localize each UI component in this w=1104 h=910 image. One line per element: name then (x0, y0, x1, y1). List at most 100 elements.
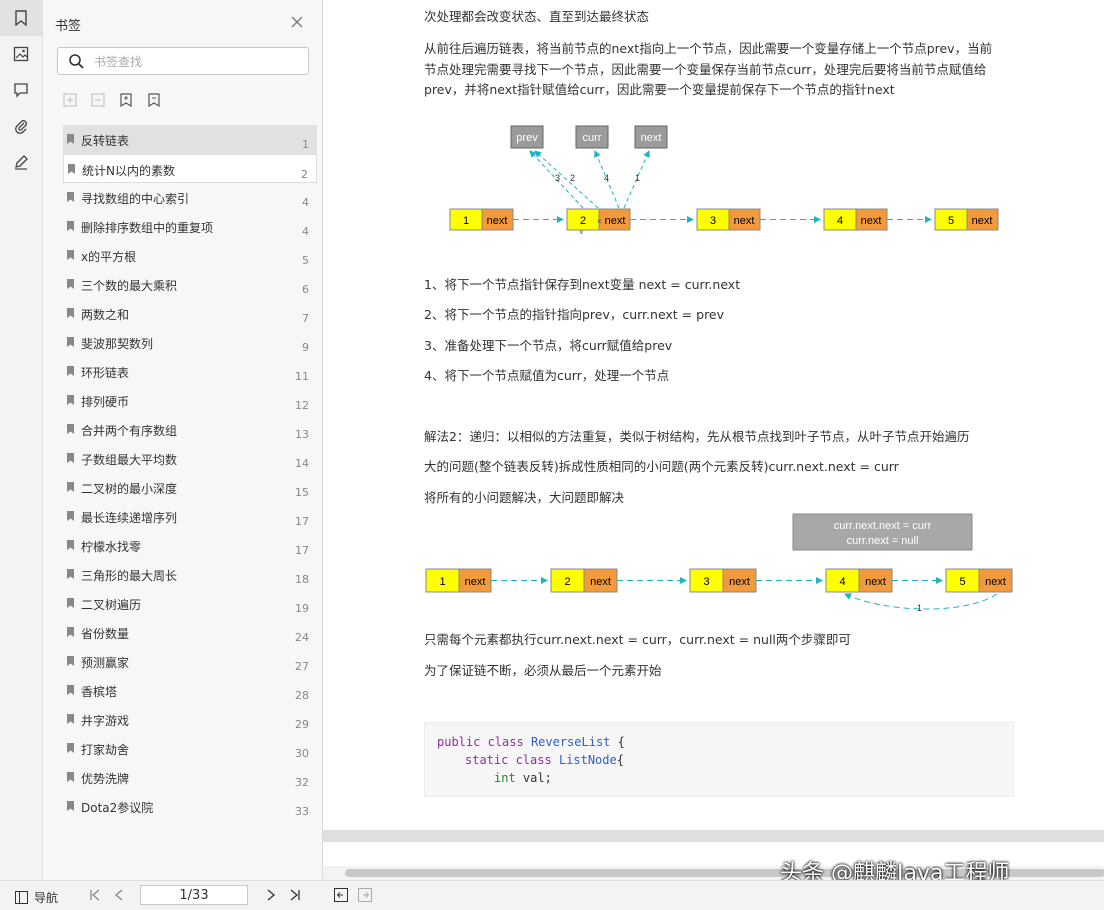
bookmark-page: 17 (295, 544, 309, 557)
bookmark-icon (67, 743, 74, 753)
bookmark-item[interactable]: 两数之和 7 (63, 299, 317, 328)
bookmark-label: Dota2参议院 (81, 801, 154, 815)
forward-view-icon[interactable] (358, 888, 372, 902)
bookmark-label: 二叉树遍历 (81, 598, 142, 612)
navigation-toggle[interactable]: 导航 (15, 889, 58, 906)
bookmark-item[interactable]: 子数组最大平均数 14 (63, 444, 317, 473)
bookmark-item[interactable]: 香槟塔 28 (63, 676, 317, 705)
page-gap (323, 830, 1104, 842)
bookmark-item[interactable]: x的平方根 5 (63, 241, 317, 270)
text-line: 2、将下一个节点的指针指向prev，curr.next = prev (424, 307, 725, 322)
bookmark-item[interactable]: 删除排序数组中的重复项 4 (63, 212, 317, 241)
var-box-prev: prev (510, 125, 544, 149)
expand-all-icon[interactable] (61, 92, 79, 108)
bookmark-item[interactable]: Dota2参议院 33 (63, 792, 317, 821)
bookmark-item[interactable]: 三个数的最大乘积 6 (63, 270, 317, 299)
bookmark-page: 32 (295, 776, 309, 789)
bookmark-icon (67, 772, 74, 782)
bookmark-search (57, 47, 309, 75)
navigation-label: 导航 (34, 891, 59, 905)
bookmark-page: 19 (295, 602, 309, 615)
prev-page-icon[interactable] (112, 888, 126, 902)
delete-bookmark-icon[interactable] (145, 92, 163, 108)
bookmark-item[interactable]: 优势洗牌 32 (63, 763, 317, 792)
text-line: 为了保证链不断，必须从最后一个元素开始 (424, 663, 662, 678)
bookmark-item[interactable]: 统计N以内的素数 2 (63, 154, 317, 183)
bookmark-label: x的平方根 (81, 250, 137, 264)
bookmark-panel: 书签 反转链表 1 统计N以内的素数 2 寻找数组的中心索引 4 删除排序数组中的重复项 4 x… (43, 0, 323, 880)
node-next-label: next (590, 576, 611, 588)
bookmark-item[interactable]: 环形链表 11 (63, 357, 317, 386)
node-next-label: next (985, 576, 1006, 588)
close-icon[interactable] (289, 14, 305, 30)
var-label: curr (583, 132, 602, 144)
list-node-4: 4 next (825, 568, 893, 593)
page-number-field[interactable]: 1/33 (140, 885, 248, 905)
list-node-1: 1 next (425, 568, 492, 593)
bookmark-search-input[interactable] (92, 53, 296, 71)
bookmark-item[interactable]: 寻找数组的中心索引 4 (63, 183, 317, 212)
var-label: next (641, 132, 662, 144)
thumbnail-icon[interactable] (0, 36, 42, 72)
bookmark-label: 合并两个有序数组 (81, 424, 178, 438)
node-next-label: next (605, 215, 626, 227)
bookmark-page: 11 (295, 370, 309, 383)
bookmark-item[interactable]: 合并两个有序数组 13 (63, 415, 317, 444)
bookmark-item[interactable]: 最长连续递增序列 17 (63, 502, 317, 531)
search-icon (68, 53, 84, 73)
bookmark-item[interactable]: 二叉树的最小深度 15 (63, 473, 317, 502)
text-line: 次处理都会改变状态、直至到达最终状态 (424, 9, 650, 24)
bookmark-panel-icon[interactable] (0, 0, 42, 36)
navigation-panel-icon (15, 891, 28, 904)
var-box-curr: curr (575, 125, 609, 149)
bookmark-label: 三角形的最大周长 (81, 569, 178, 583)
bookmark-page: 1 (302, 138, 309, 151)
bookmark-page: 24 (295, 631, 309, 644)
node-next-label: next (487, 215, 508, 227)
bookmark-item[interactable]: 打家劫舍 30 (63, 734, 317, 763)
last-page-icon[interactable] (288, 888, 302, 902)
bookmark-item[interactable]: 二叉树遍历 19 (63, 589, 317, 618)
bookmark-page: 4 (302, 225, 309, 238)
next-page-icon[interactable] (264, 888, 278, 902)
bookmark-item[interactable]: 三角形的最大周长 18 (63, 560, 317, 589)
bookmark-item[interactable]: 预测赢家 27 (63, 647, 317, 676)
code-block: public class ReverseList { static class … (424, 722, 1014, 797)
bookmark-page: 9 (302, 341, 309, 354)
comment-icon[interactable] (0, 72, 42, 108)
node-value: 1 (463, 215, 469, 227)
bookmark-item[interactable]: 柠檬水找零 17 (63, 531, 317, 560)
bookmark-icon (67, 482, 74, 492)
bookmark-list: 反转链表 1 统计N以内的素数 2 寻找数组的中心索引 4 删除排序数组中的重复项 4 x的平方… (63, 125, 317, 821)
list-node-4: 4 next (823, 208, 888, 231)
bookmark-label: 柠檬水找零 (81, 540, 142, 554)
bookmark-label: 子数组最大平均数 (81, 453, 178, 467)
bookmark-page: 29 (295, 718, 309, 731)
bookmark-icon (67, 598, 74, 608)
back-view-icon[interactable] (334, 888, 348, 902)
list-node-5: 5 next (934, 208, 999, 231)
signature-icon[interactable] (0, 144, 42, 180)
bookmark-item[interactable]: 排列硬币 12 (63, 386, 317, 415)
bookmark-label: 预测赢家 (81, 656, 130, 670)
bookmark-label: 三个数的最大乘积 (81, 279, 178, 293)
panel-title: 书签 (55, 19, 82, 34)
bookmark-item[interactable]: 省份数量 24 (63, 618, 317, 647)
bookmark-item[interactable]: 反转链表 1 (63, 125, 317, 154)
collapse-all-icon[interactable] (89, 92, 107, 108)
node-next-label: next (865, 576, 886, 588)
attachment-icon[interactable] (0, 108, 42, 144)
add-bookmark-icon[interactable] (117, 92, 135, 108)
text-line: 大的问题(整个链表反转)拆成性质相同的小问题(两个元素反转)curr.next.… (424, 459, 899, 474)
first-page-icon[interactable] (88, 888, 102, 902)
bookmark-page: 17 (295, 515, 309, 528)
bookmark-item[interactable]: 斐波那契数列 9 (63, 328, 317, 357)
watermark: 头条 @麒麟Java工程师 (780, 861, 1010, 880)
list-node-2: 2 next (550, 568, 618, 593)
bookmark-item[interactable]: 井字游戏 29 (63, 705, 317, 734)
list-node-1: 1 next (449, 208, 514, 231)
bookmark-icon (67, 453, 74, 463)
document-viewer[interactable]: 次处理都会改变状态、直至到达最终状态 从前往后遍历链表，将当前节点的next指向… (323, 0, 1104, 880)
node-value: 5 (959, 576, 965, 588)
bookmark-icon (67, 540, 74, 550)
